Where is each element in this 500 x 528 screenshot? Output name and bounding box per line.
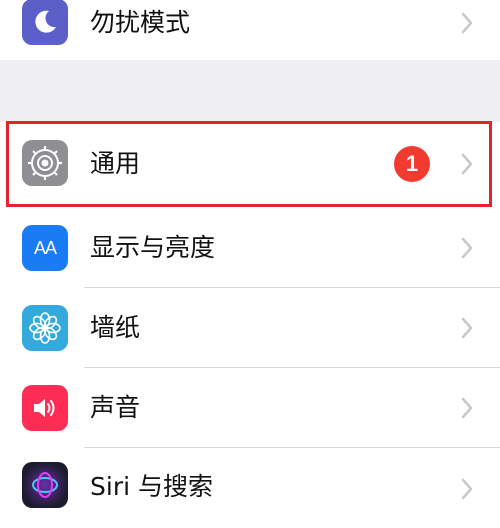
settings-row-label: Siri 与搜索 (90, 472, 213, 501)
siri-icon (22, 462, 68, 508)
settings-row-sounds[interactable]: 声音 (0, 368, 500, 448)
moon-icon (22, 0, 68, 45)
speaker-icon (22, 385, 68, 431)
highlight-box (6, 121, 492, 207)
settings-row-label: 显示与亮度 (90, 233, 216, 262)
settings-row-display-brightness[interactable]: AA 显示与亮度 (0, 208, 500, 288)
icon-text: AA (33, 237, 57, 258)
chevron-right-icon (461, 317, 473, 339)
settings-row-label: 勿扰模式 (90, 8, 191, 37)
settings-row-do-not-disturb[interactable]: 勿扰模式 (0, 0, 500, 62)
settings-row-label: 声音 (90, 393, 141, 422)
section-gap (0, 60, 500, 122)
text-size-icon: AA (22, 225, 68, 271)
flower-icon (22, 305, 68, 351)
settings-row-label: 墙纸 (90, 313, 141, 342)
chevron-right-icon (461, 12, 473, 34)
chevron-right-icon (461, 397, 473, 419)
settings-row-siri-search[interactable]: Siri 与搜索 (0, 448, 500, 528)
chevron-right-icon (461, 478, 473, 500)
settings-row-wallpaper[interactable]: 墙纸 (0, 288, 500, 368)
chevron-right-icon (461, 237, 473, 259)
